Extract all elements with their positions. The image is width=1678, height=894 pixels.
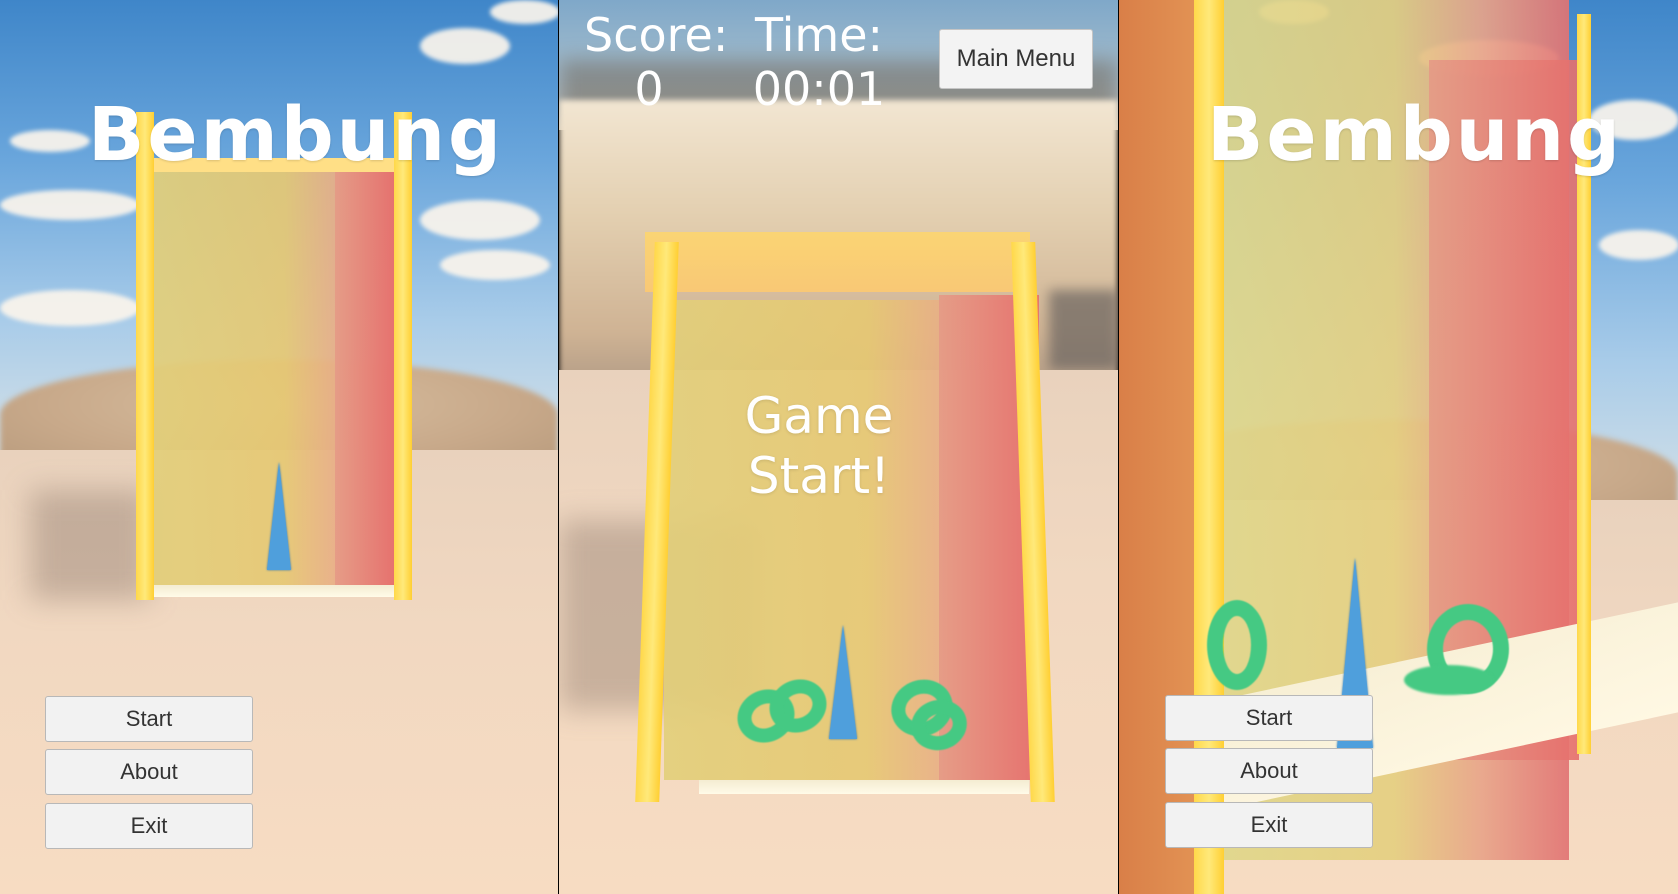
- box-side-wall: [335, 165, 395, 585]
- cone-peg: [829, 625, 857, 739]
- ring-flat: [1404, 665, 1494, 695]
- game-start-message-line2: Start!: [747, 447, 891, 505]
- title-screen-panel: Bembung Start About Exit: [0, 0, 559, 894]
- cloud: [0, 290, 140, 326]
- cloud: [420, 28, 510, 64]
- start-button[interactable]: Start: [1165, 695, 1373, 741]
- about-button[interactable]: About: [45, 749, 253, 795]
- time-label: Time:: [754, 8, 884, 62]
- box-right-post: [394, 112, 412, 600]
- time-value: 00:01: [752, 62, 886, 116]
- cloud: [0, 190, 140, 220]
- box-shadow: [30, 490, 150, 600]
- title-screen-alt-panel: Bembung Start About Exit: [1119, 0, 1678, 894]
- box-top-rim: [645, 232, 1030, 292]
- game-title: Bembung: [1207, 92, 1624, 178]
- cloud: [1599, 230, 1678, 260]
- score-label: Score:: [584, 8, 729, 62]
- score-value: 0: [634, 62, 664, 116]
- cloud: [490, 0, 558, 24]
- exit-button[interactable]: Exit: [45, 803, 253, 849]
- cloud: [440, 250, 550, 280]
- main-menu-button[interactable]: Main Menu: [939, 29, 1093, 89]
- cone-peg: [267, 462, 291, 570]
- exit-button[interactable]: Exit: [1165, 802, 1373, 848]
- box-left-post: [136, 112, 154, 600]
- dark-rock: [1049, 290, 1118, 370]
- start-button[interactable]: Start: [45, 696, 253, 742]
- cloud: [10, 130, 90, 152]
- game-title: Bembung: [88, 92, 505, 178]
- game-start-message-line1: Game: [744, 387, 894, 445]
- about-button[interactable]: About: [1165, 748, 1373, 794]
- cloud: [420, 200, 540, 240]
- ring: [1207, 600, 1267, 690]
- gameplay-panel: Score: 0 Time: 00:01 Main Menu Game Star…: [559, 0, 1119, 894]
- box-floor: [152, 585, 394, 597]
- box-floor: [699, 780, 1029, 794]
- game-screens: Bembung Start About Exit Score: 0 Time: …: [0, 0, 1678, 894]
